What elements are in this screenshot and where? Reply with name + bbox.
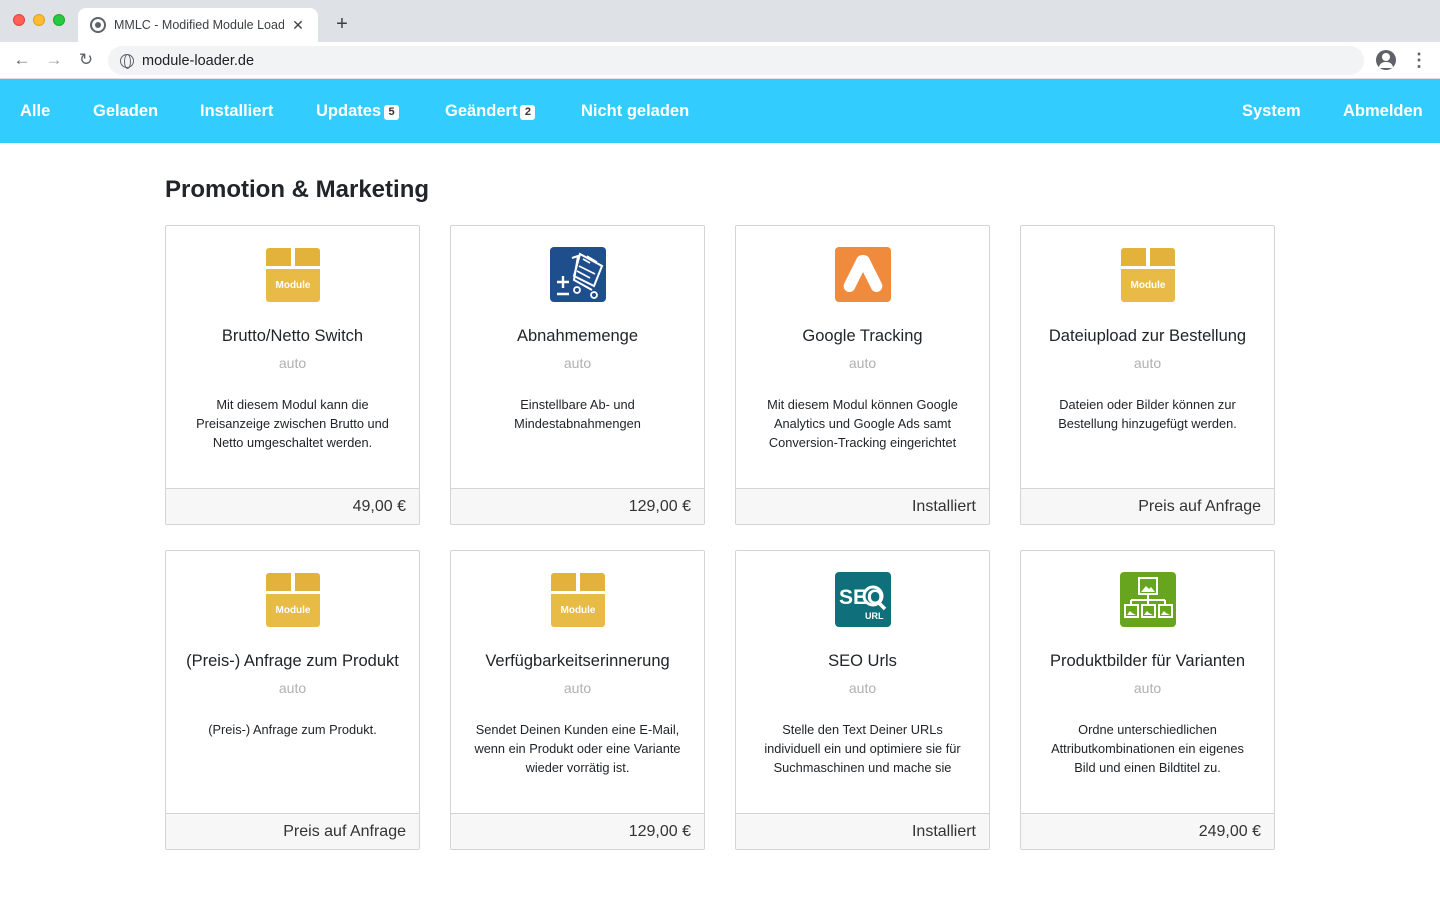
module-box-icon: Module: [265, 571, 322, 628]
nav-installiert[interactable]: Installiert: [200, 79, 273, 143]
nav-alle[interactable]: Alle: [20, 79, 50, 143]
module-subtitle: auto: [848, 680, 877, 696]
module-price: 129,00 €: [451, 488, 704, 524]
module-price: Preis auf Anfrage: [1021, 488, 1274, 524]
module-subtitle: auto: [278, 680, 307, 696]
module-title[interactable]: Verfügbarkeitserinnerung: [451, 652, 704, 671]
address-bar[interactable]: module-loader.de: [108, 46, 1364, 75]
module-card[interactable]: Module Brutto/Netto Switch auto Mit dies…: [165, 225, 420, 525]
module-subtitle: auto: [1133, 680, 1162, 696]
nav-geladen[interactable]: Geladen: [93, 79, 158, 143]
tab-close-icon[interactable]: ✕: [290, 17, 306, 34]
module-box-icon: Module: [1120, 246, 1177, 303]
reload-icon[interactable]: ↻: [74, 48, 98, 72]
module-subtitle: auto: [1133, 355, 1162, 371]
module-card[interactable]: Produktbilder für Varianten auto Ordne u…: [1020, 550, 1275, 850]
module-description: Mit diesem Modul kann die Preisanzeige z…: [196, 397, 389, 450]
module-status: Installiert: [736, 488, 989, 524]
module-card[interactable]: Module Verfügbarkeitserinnerung auto Sen…: [450, 550, 705, 850]
module-box-icon: Module: [550, 571, 607, 628]
new-tab-button[interactable]: +: [330, 12, 354, 36]
nav-nicht-geladen[interactable]: Nicht geladen: [581, 79, 689, 143]
module-price: Preis auf Anfrage: [166, 813, 419, 849]
url-text[interactable]: module-loader.de: [142, 53, 254, 69]
section-title: Promotion & Marketing: [165, 176, 430, 203]
window-close-button[interactable]: [13, 14, 25, 26]
forward-arrow-icon[interactable]: →: [42, 48, 66, 72]
nav-geaendert[interactable]: Geändert 2: [445, 79, 536, 143]
module-card[interactable]: Module (Preis-) Anfrage zum Produkt auto…: [165, 550, 420, 850]
module-description: Ordne unterschiedlichen Attributkombinat…: [1051, 722, 1244, 775]
tab-title: MMLC - Modified Module Loader Client: [114, 18, 284, 32]
browser-tab[interactable]: MMLC - Modified Module Loader Client ✕: [78, 8, 318, 42]
cart-quantity-icon: [550, 246, 607, 303]
module-price: 129,00 €: [451, 813, 704, 849]
seo-url-icon: SEO URL: [835, 571, 892, 628]
module-title[interactable]: (Preis-) Anfrage zum Produkt: [166, 652, 419, 671]
browser-menu-icon[interactable]: ⋮: [1410, 48, 1428, 72]
module-subtitle: auto: [563, 680, 592, 696]
module-title[interactable]: SEO Urls: [736, 652, 989, 671]
module-description: Mit diesem Modul können Google Analytics…: [767, 397, 958, 450]
changed-count-badge: 2: [520, 105, 536, 120]
nav-abmelden[interactable]: Abmelden: [1343, 79, 1423, 143]
updates-count-badge: 5: [384, 105, 400, 120]
module-card[interactable]: SEO URL SEO Urls auto Stelle den Text De…: [735, 550, 990, 850]
module-status: Installiert: [736, 813, 989, 849]
google-ads-icon: [835, 246, 892, 303]
nav-system[interactable]: System: [1242, 79, 1301, 143]
module-card[interactable]: Abnahmemenge auto Einstellbare Ab- und M…: [450, 225, 705, 525]
window-minimize-button[interactable]: [33, 14, 45, 26]
module-subtitle: auto: [278, 355, 307, 371]
browser-titlebar: MMLC - Modified Module Loader Client ✕ +: [0, 0, 1440, 42]
module-box-icon: Module: [265, 246, 322, 303]
back-arrow-icon[interactable]: ←: [10, 48, 34, 72]
profile-avatar-icon[interactable]: [1376, 50, 1396, 70]
module-price: 249,00 €: [1021, 813, 1274, 849]
module-card[interactable]: Module Dateiupload zur Bestellung auto D…: [1020, 225, 1275, 525]
module-title[interactable]: Dateiupload zur Bestellung: [1021, 327, 1274, 346]
module-title[interactable]: Brutto/Netto Switch: [166, 327, 419, 346]
variant-images-icon: [1120, 571, 1177, 628]
module-price: 49,00 €: [166, 488, 419, 524]
module-description: Dateien oder Bilder können zur Bestellun…: [1058, 397, 1237, 431]
main-navigation: Alle Geladen Installiert Updates 5 Geände…: [0, 79, 1440, 143]
site-info-icon[interactable]: [120, 53, 134, 69]
svg-text:URL: URL: [865, 611, 884, 621]
module-title[interactable]: Abnahmemenge: [451, 327, 704, 346]
module-description: (Preis-) Anfrage zum Produkt.: [208, 722, 377, 737]
module-description: Sendet Deinen Kunden eine E-Mail, wenn e…: [474, 722, 681, 775]
module-subtitle: auto: [563, 355, 592, 371]
module-title[interactable]: Google Tracking: [736, 327, 989, 346]
module-card[interactable]: Google Tracking auto Mit diesem Modul kö…: [735, 225, 990, 525]
module-title[interactable]: Produktbilder für Varianten: [1021, 652, 1274, 671]
nav-updates[interactable]: Updates 5: [316, 79, 400, 143]
window-zoom-button[interactable]: [53, 14, 65, 26]
module-subtitle: auto: [848, 355, 877, 371]
module-grid: Module Brutto/Netto Switch auto Mit dies…: [165, 225, 1275, 850]
favicon-icon: [90, 17, 106, 33]
browser-toolbar: ← → ↻ module-loader.de ⋮: [0, 42, 1440, 79]
module-description: Einstellbare Ab- und Mindestabnahmengen: [514, 397, 641, 431]
module-description: Stelle den Text Deiner URLs individuell …: [764, 722, 961, 775]
